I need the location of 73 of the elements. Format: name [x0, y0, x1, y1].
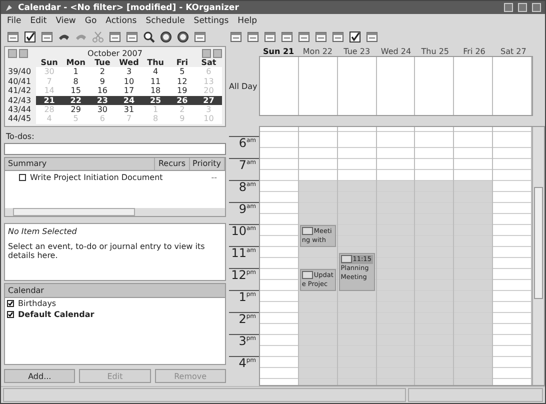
todos-label: To-dos: [5, 130, 36, 141]
forward-circle-icon[interactable] [177, 31, 189, 43]
column-header[interactable]: Priority [190, 158, 225, 170]
menu-item[interactable]: View [56, 16, 76, 26]
week-number: 43/44 [8, 105, 32, 114]
weekday-label: Mon [65, 58, 86, 68]
todo-checkbox[interactable] [19, 174, 26, 181]
day-header[interactable]: Sat 27 [494, 47, 533, 56]
week-number: 39/40 [8, 67, 32, 77]
weekday-label: Sat [200, 58, 218, 68]
calendar-name[interactable]: Default Calendar [18, 310, 94, 319]
month-title: October 2007 [86, 49, 144, 58]
day-header[interactable]: Mon 22 [298, 47, 338, 56]
weekday-label: Fri [175, 58, 189, 68]
menu-item[interactable]: Edit [30, 16, 47, 26]
calendar-day[interactable]: 30 [89, 105, 116, 114]
weekday-label: Thu [146, 58, 165, 68]
day-header[interactable]: Thu 25 [416, 47, 455, 56]
day-header[interactable]: Sun 21 [259, 47, 298, 56]
column-header[interactable]: Summary [5, 158, 156, 170]
calendar-list-header: Calendar [5, 284, 225, 298]
day-header[interactable]: Fri 26 [454, 47, 494, 56]
maximize-button[interactable] [518, 3, 527, 12]
week-number: 42/43 [8, 96, 32, 106]
column-header[interactable]: Recurs [155, 158, 190, 170]
menu-item[interactable]: Schedule [146, 16, 185, 26]
calendar-day[interactable]: 5 [168, 67, 196, 77]
back-circle-icon[interactable] [160, 31, 172, 43]
calendar-checkbox[interactable] [7, 310, 14, 318]
todo-view-icon[interactable] [349, 31, 361, 43]
vertical-scrollbar[interactable] [532, 127, 544, 385]
week-number: 40/41 [8, 76, 32, 86]
window-icon[interactable] [7, 31, 19, 43]
todo-input-field[interactable] [4, 142, 226, 155]
day-header[interactable]: Tue 23 [337, 47, 376, 56]
calendar-day[interactable]: 17 [116, 86, 142, 96]
search-icon[interactable] [143, 31, 155, 43]
calendar-day[interactable]: 15 [62, 86, 90, 96]
details-text: Select an event, to-do or journal entry to view its details here. [8, 242, 205, 260]
menu-item[interactable]: Go [84, 16, 97, 26]
menu-item[interactable]: File [7, 16, 22, 26]
weekday-label: Wed [118, 58, 140, 68]
calendar-action-button[interactable]: Add... [4, 369, 76, 383]
weekday-label: Sun [40, 58, 59, 68]
close-button[interactable] [532, 3, 541, 12]
menu-item[interactable]: Actions [106, 16, 137, 26]
calendar-day[interactable]: 2 [89, 67, 116, 77]
day-header[interactable]: Wed 24 [376, 47, 416, 56]
weekday-label: Tue [94, 58, 112, 68]
calendar-day[interactable]: 29 [62, 105, 90, 114]
all-day-label: All Day [229, 82, 258, 90]
calendar-day[interactable]: 18 [142, 86, 169, 96]
details-title: No Item Selected [8, 226, 78, 236]
horizontal-scrollbar[interactable] [5, 208, 225, 216]
app-icon [5, 4, 13, 12]
minimize-button[interactable] [504, 3, 513, 12]
calendar-checkbox[interactable] [7, 300, 14, 307]
menu-item[interactable]: Settings [194, 16, 229, 26]
calendar-day[interactable]: 19 [168, 86, 196, 96]
checklist-icon[interactable] [24, 31, 36, 43]
calendar-day[interactable]: 3 [116, 67, 142, 77]
calendar-name[interactable]: Birthdays [18, 298, 56, 308]
window-title: Calendar - <No filter> [modified] - KOrganizer [18, 2, 240, 12]
week-number: 44/45 [8, 114, 32, 124]
todo-priority: -- [211, 172, 217, 182]
calendar-day[interactable]: 4 [142, 67, 169, 77]
week-number: 41/42 [8, 86, 32, 96]
calendar-day[interactable]: 16 [89, 86, 116, 96]
todo-summary[interactable]: Write Project Initiation Document [30, 172, 163, 182]
calendar-day[interactable]: 1 [62, 67, 90, 77]
calendar-day[interactable]: 31 [116, 105, 142, 114]
menu-item[interactable]: Help [238, 16, 258, 26]
all-day-area[interactable] [259, 56, 533, 116]
